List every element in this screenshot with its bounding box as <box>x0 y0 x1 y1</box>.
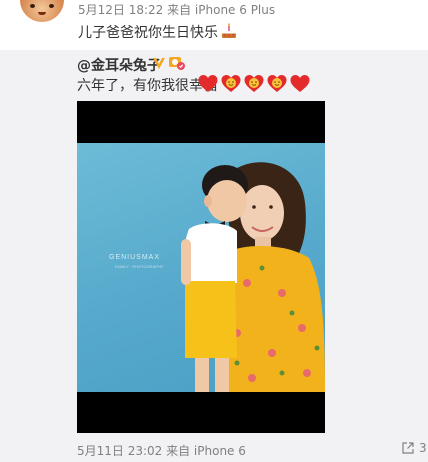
verified-v-icon[interactable] <box>152 56 166 70</box>
post-text: 儿子爸爸祝你生日快乐 <box>78 22 238 43</box>
share-count: 3 <box>419 441 427 455</box>
photo-watermark: GENIUSMAX <box>109 254 161 261</box>
post-timestamp-source[interactable]: 5月12日 18:22 来自 iPhone 6 Plus <box>78 1 275 18</box>
repost-timestamp-source[interactable]: 5月11日 23:02 来自 iPhone 6 <box>77 442 246 459</box>
heart-face-icon <box>244 75 264 92</box>
repost-text: 六年了，有你我很幸福 <box>77 78 217 94</box>
share-icon <box>402 442 414 454</box>
heart-icon <box>290 75 310 92</box>
repost-author-link[interactable]: @金耳朵兔子 <box>77 55 161 75</box>
share-button[interactable]: 3 <box>401 441 427 455</box>
heart-emoji-group <box>197 73 311 95</box>
cake-icon <box>222 23 236 38</box>
photo-watermark-sub: FAMILY · PHOTOGRAPHY <box>115 264 164 269</box>
heart-face-icon <box>221 75 241 92</box>
avatar-face-mouth <box>38 12 46 15</box>
heart-face-icon <box>267 75 287 92</box>
avatar-face-eyes <box>30 4 54 8</box>
post-image[interactable]: GENIUSMAX FAMILY · PHOTOGRAPHY <box>77 143 325 392</box>
post-text-content: 儿子爸爸祝你生日快乐 <box>78 25 218 41</box>
heart-icon <box>198 75 218 92</box>
user-avatar[interactable] <box>20 0 64 22</box>
member-flag-icon[interactable] <box>168 55 186 71</box>
